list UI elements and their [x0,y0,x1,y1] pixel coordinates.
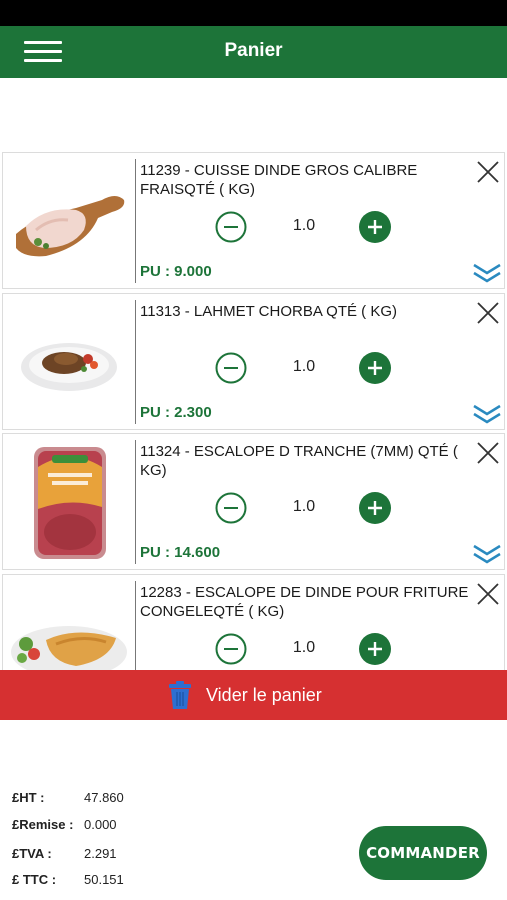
total-tva-value: 2.291 [84,846,117,861]
close-icon[interactable] [475,159,501,185]
plus-icon[interactable] [359,492,391,524]
total-remise-row: £Remise : 0.000 [12,817,212,837]
status-bar [0,0,507,26]
trash-icon [167,680,193,710]
item-divider [135,440,136,564]
item-title: 11324 - ESCALOPE D TRANCHE (7MM) QTÉ ( K… [140,443,458,479]
minus-icon[interactable] [215,352,247,384]
quantity-value: 1.0 [292,639,316,656]
plus-icon[interactable] [359,211,391,243]
total-remise-label: £Remise : [12,817,74,832]
quantity-value: 1.0 [292,217,316,234]
product-image [6,156,132,287]
minus-icon[interactable] [215,633,247,665]
clear-cart-button[interactable]: Vider le panier [0,670,507,720]
item-title: 12283 - ESCALOPE DE DINDE POUR FRITURE C… [140,584,469,620]
total-ht-row: £HT : 47.860 [12,790,212,810]
page-title: Panier [224,40,283,61]
total-tva-label: £TVA : [12,846,52,861]
chevron-down-double-icon[interactable] [471,400,503,426]
total-ttc-row: £ TTC : 50.151 [12,872,212,892]
minus-icon[interactable] [215,211,247,243]
total-ttc-value: 50.151 [84,872,124,887]
chevron-down-double-icon[interactable] [471,259,503,285]
total-tva-row: £TVA : 2.291 [12,846,212,866]
plus-icon[interactable] [359,633,391,665]
item-title: 11313 - LAHMET CHORBA QTÉ ( KG) [140,303,398,320]
item-divider [135,581,136,670]
quantity-value: 1.0 [292,498,316,515]
close-icon[interactable] [475,440,501,466]
cart-item: 11239 - CUISSE DINDE GROS CALIBRE FRAISQ… [2,152,505,289]
unit-price: PU : 14.600 [140,544,221,561]
item-divider [135,159,136,283]
cart-list[interactable]: 11239 - CUISSE DINDE GROS CALIBRE FRAISQ… [0,150,507,670]
cart-item: 11313 - LAHMET CHORBA QTÉ ( KG) 1.0 PU :… [2,293,505,430]
product-image [6,578,132,670]
total-remise-value: 0.000 [84,817,117,832]
chevron-down-double-icon[interactable] [471,540,503,566]
unit-price: PU : 9.000 [140,263,212,280]
plus-icon[interactable] [359,352,391,384]
total-ht-label: £HT : [12,790,45,805]
close-icon[interactable] [475,581,501,607]
unit-price: PU : 2.300 [140,404,212,421]
minus-icon[interactable] [215,492,247,524]
cart-item: 11324 - ESCALOPE D TRANCHE (7MM) QTÉ ( K… [2,433,505,570]
total-ttc-label: £ TTC : [12,872,57,887]
item-title: 11239 - CUISSE DINDE GROS CALIBRE FRAISQ… [140,162,418,198]
cart-item: 12283 - ESCALOPE DE DINDE POUR FRITURE C… [2,574,505,670]
clear-cart-label: Vider le panier [206,685,322,705]
product-image [6,297,132,428]
product-image [6,437,132,568]
nav-bar: Panier [0,26,507,78]
total-ht-value: 47.860 [84,790,124,805]
close-icon[interactable] [475,300,501,326]
order-button[interactable]: COMMANDER [359,826,487,880]
quantity-value: 1.0 [292,358,316,375]
item-divider [135,300,136,424]
